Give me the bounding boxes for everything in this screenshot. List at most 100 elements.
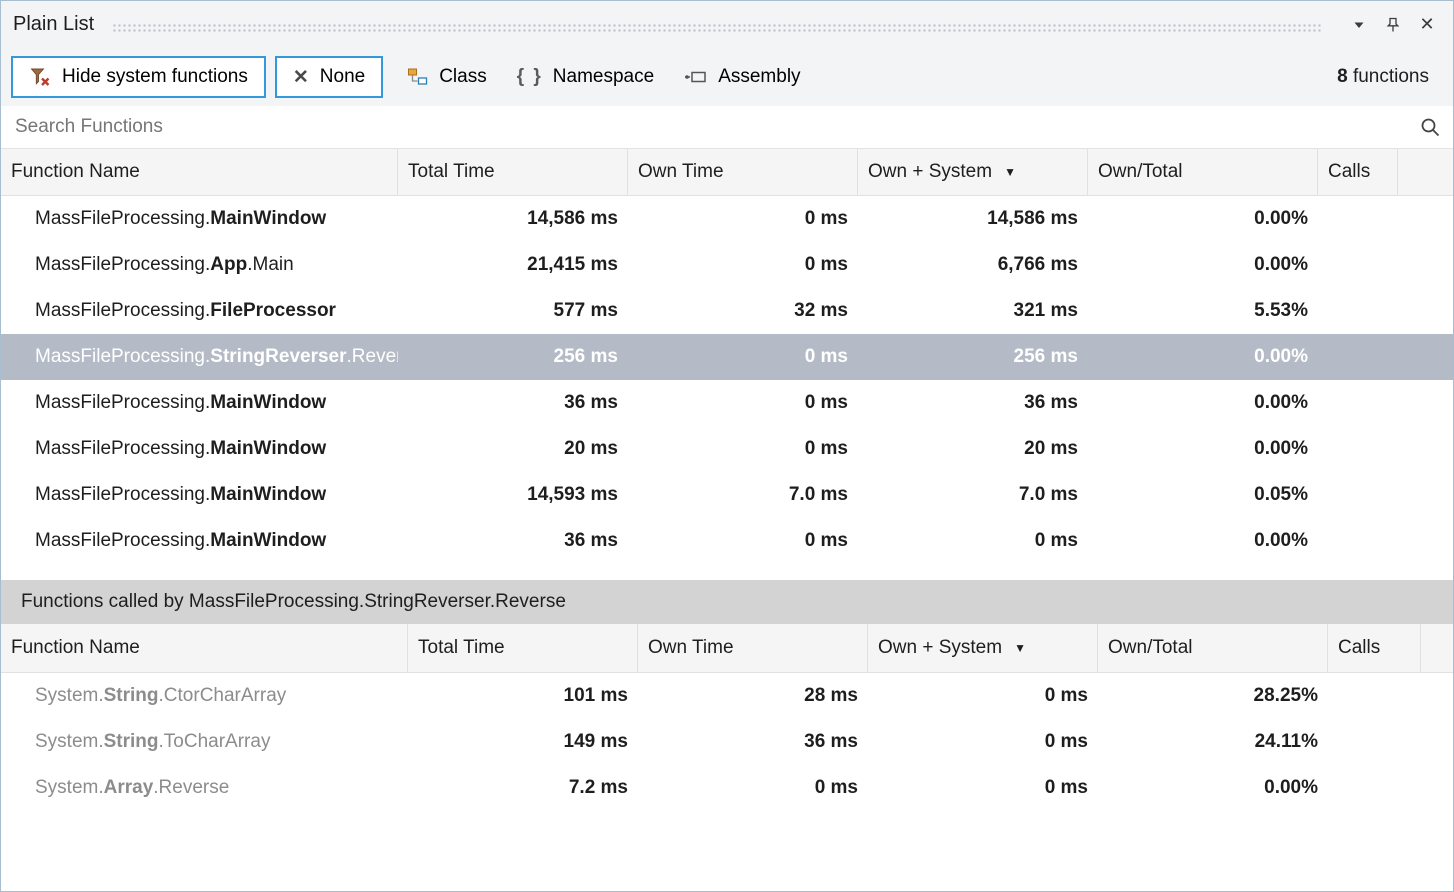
column-header-own-system[interactable]: Own + System ▼ [868,624,1098,672]
group-none-label: None [320,66,365,88]
function-namespace: MassFileProcessing. [35,346,210,367]
function-namespace: MassFileProcessing. [35,208,210,229]
total-time-cell: 577 ms [398,300,628,322]
function-method: .Reverse [153,777,229,798]
group-assembly-button[interactable]: Assembly [669,56,815,98]
own-time-cell: 7.0 ms [628,484,858,506]
table-row[interactable]: MassFileProcessing.MainWindow 36 ms 0 ms… [1,518,1453,564]
functions-count-number: 8 [1337,66,1348,87]
toolbar: Hide system functions ✕ None Class { } N… [1,48,1453,106]
callee-table-body: System.String.CtorCharArray 101 ms 28 ms… [1,673,1453,811]
column-header-function-name[interactable]: Function Name [1,624,408,672]
search-input[interactable] [13,115,1419,139]
total-time-cell: 256 ms [398,346,628,368]
chevron-down-icon [1352,18,1366,32]
column-header-own-total[interactable]: Own/Total [1098,624,1328,672]
table-row[interactable]: MassFileProcessing.FileProcessor 577 ms … [1,288,1453,334]
none-x-icon: ✕ [293,66,309,89]
own-total-cell: 0.00% [1088,208,1318,230]
table-row[interactable]: MassFileProcessing.MainWindow 14,593 ms … [1,472,1453,518]
function-method: .CtorCharArray [159,685,287,706]
total-time-cell: 7.2 ms [408,777,638,799]
table-row[interactable]: MassFileProcessing.App.Main 21,415 ms 0 … [1,242,1453,288]
function-namespace: MassFileProcessing. [35,438,210,459]
own-time-cell: 36 ms [638,731,868,753]
hide-system-functions-button[interactable]: Hide system functions [11,56,266,98]
function-name-cell: System.Array.Reverse [1,777,408,799]
titlebar: Plain List ✕ [1,1,1453,48]
own-time-cell: 0 ms [628,392,858,414]
own-total-cell: 0.00% [1088,346,1318,368]
total-time-cell: 21,415 ms [398,254,628,276]
column-header-own-time[interactable]: Own Time [628,149,858,195]
own-total-cell: 28.25% [1098,685,1328,707]
own-system-cell: 6,766 ms [858,254,1088,276]
function-name-cell: MassFileProcessing.MainWindow [1,208,398,230]
column-header-total-time[interactable]: Total Time [398,149,628,195]
callee-table-header: Function Name Total Time Own Time Own + … [1,624,1453,673]
column-header-own-time[interactable]: Own Time [638,624,868,672]
own-total-cell: 0.00% [1088,254,1318,276]
group-namespace-button[interactable]: { } Namespace [502,56,669,98]
function-name-cell: MassFileProcessing.MainWindow [1,438,398,460]
group-assembly-label: Assembly [718,66,800,88]
header-filler [1421,624,1453,672]
function-namespace: MassFileProcessing. [35,300,210,321]
table-row[interactable]: System.String.CtorCharArray 101 ms 28 ms… [1,673,1453,719]
close-button[interactable]: ✕ [1413,11,1441,39]
search-bar [1,106,1453,149]
function-name-cell: MassFileProcessing.App.Main [1,254,398,276]
function-name-cell: MassFileProcessing.StringReverser.Revers… [1,346,398,368]
functions-count: 8 functions [1337,66,1429,88]
main-table-header: Function Name Total Time Own Time Own + … [1,149,1453,196]
group-class-label: Class [439,66,487,88]
own-time-cell: 32 ms [628,300,858,322]
column-header-own-system[interactable]: Own + System ▼ [858,149,1088,195]
search-icon[interactable] [1419,116,1441,138]
total-time-cell: 36 ms [398,530,628,552]
function-namespace: MassFileProcessing. [35,392,210,413]
function-method: .ToCharArray [159,731,271,752]
callees-section-header: Functions called by MassFileProcessing.S… [1,580,1453,624]
own-system-label: Own + System [868,161,992,183]
empty-area [1,811,1453,891]
function-class: Array [104,777,154,798]
own-system-cell: 321 ms [858,300,1088,322]
table-row[interactable]: System.String.ToCharArray 149 ms 36 ms 0… [1,719,1453,765]
total-time-cell: 36 ms [398,392,628,414]
column-header-total-time[interactable]: Total Time [408,624,638,672]
table-row[interactable]: MassFileProcessing.MainWindow 36 ms 0 ms… [1,380,1453,426]
own-system-cell: 0 ms [858,530,1088,552]
function-name-cell: System.String.ToCharArray [1,731,408,753]
function-class: String [104,685,159,706]
group-class-button[interactable]: Class [392,56,502,98]
own-time-cell: 0 ms [638,777,868,799]
column-header-calls[interactable]: Calls [1318,149,1398,195]
function-namespace: MassFileProcessing. [35,530,210,551]
own-total-cell: 0.00% [1088,438,1318,460]
own-system-label: Own + System [878,637,1002,659]
functions-count-label: functions [1353,66,1429,87]
table-row-selected[interactable]: MassFileProcessing.StringReverser.Revers… [1,334,1453,380]
table-row[interactable]: MassFileProcessing.MainWindow 14,586 ms … [1,196,1453,242]
column-header-calls[interactable]: Calls [1328,624,1421,672]
window-menu-button[interactable] [1345,11,1373,39]
pin-button[interactable] [1379,11,1407,39]
column-header-own-total[interactable]: Own/Total [1088,149,1318,195]
column-header-function-name[interactable]: Function Name [1,149,398,195]
table-row[interactable]: System.Array.Reverse 7.2 ms 0 ms 0 ms 0.… [1,765,1453,811]
function-name-cell: MassFileProcessing.MainWindow [1,392,398,414]
own-total-cell: 0.05% [1088,484,1318,506]
function-class: App [210,254,247,275]
own-system-cell: 0 ms [868,777,1098,799]
own-system-cell: 256 ms [858,346,1088,368]
own-system-cell: 20 ms [858,438,1088,460]
class-icon [407,66,429,88]
table-row[interactable]: MassFileProcessing.MainWindow 20 ms 0 ms… [1,426,1453,472]
group-none-button[interactable]: ✕ None [275,56,383,98]
drag-handle[interactable] [112,23,1321,32]
function-class: MainWindow [210,484,326,505]
function-namespace: System. [35,731,104,752]
own-total-cell: 0.00% [1098,777,1328,799]
own-total-cell: 0.00% [1088,530,1318,552]
